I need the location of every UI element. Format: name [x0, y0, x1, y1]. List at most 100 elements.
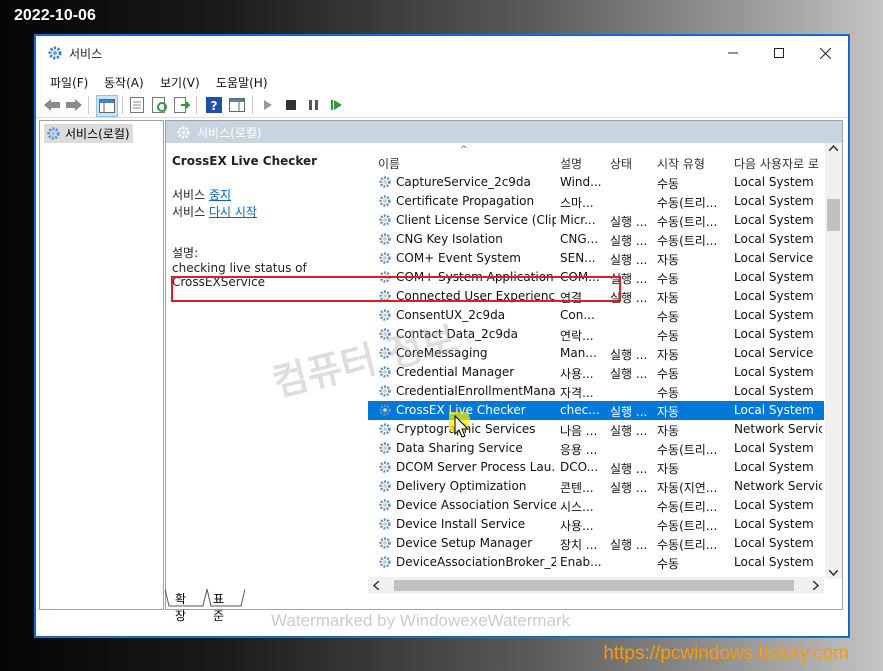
table-row[interactable]: Cryptographic Services 나음 ... 실행 ... 자동 Netw…: [368, 420, 824, 439]
service-name: Client License Service (Clip...: [396, 213, 556, 227]
table-row[interactable]: Device Install Service 사용... 수동(트리... Local…: [368, 515, 824, 534]
scroll-up-icon[interactable]: [829, 145, 838, 151]
tab-standard[interactable]: 표준: [209, 589, 228, 625]
service-status: 실행 ...: [610, 538, 648, 552]
tab-extended[interactable]: 확장: [171, 589, 190, 625]
service-startup-type: 수동: [657, 329, 680, 343]
service-status: 실행 ...: [610, 462, 648, 476]
table-row[interactable]: CaptureService_2c9da Wind... 수동 Local Syste…: [368, 173, 824, 192]
menu-file[interactable]: 파일(F): [50, 74, 88, 91]
title-bar[interactable]: 서비스: [36, 36, 848, 70]
menu-action[interactable]: 동작(A): [104, 74, 144, 91]
service-gear-icon: [379, 290, 391, 302]
service-description: 사용...: [560, 519, 594, 533]
services-gear-icon: [48, 46, 62, 60]
service-gear-icon: [379, 195, 391, 207]
menu-view[interactable]: 보기(V): [160, 74, 200, 91]
table-row-selected[interactable]: CrossEX Live Checker chec... 실행 ... 자동 Local…: [368, 401, 824, 420]
service-startup-type: 수동(트리...: [657, 538, 718, 552]
service-log-on-as: Local System: [734, 536, 814, 550]
column-startup-type[interactable]: 시작 유형: [657, 155, 705, 172]
service-log-on-as: Local System: [734, 213, 814, 227]
tree-item-services-local[interactable]: 서비스(로컬): [44, 124, 133, 143]
horizontal-scroll-thumb[interactable]: [394, 580, 794, 591]
service-description: DCO...: [560, 460, 599, 474]
service-startup-type: 수동: [657, 557, 680, 571]
table-row[interactable]: Client License Service (Clip... Micr... 실행…: [368, 211, 824, 230]
restart-service-button[interactable]: [327, 95, 347, 115]
start-service-button[interactable]: [258, 95, 278, 115]
service-name: Certificate Propagation: [396, 194, 535, 208]
table-row[interactable]: CoreMessaging Man... 실행 ... 자동 Local Service: [368, 344, 824, 363]
service-name: DeviceAssociationBroker_2...: [396, 555, 556, 569]
table-row[interactable]: COM+ Event System SEN... 실행 ... 자동 Local Ser…: [368, 249, 824, 268]
action-pane-button[interactable]: [227, 95, 247, 115]
column-status[interactable]: 상태: [610, 155, 632, 172]
help-icon: ?: [206, 97, 222, 113]
help-button[interactable]: ?: [204, 95, 224, 115]
scroll-left-icon[interactable]: [373, 581, 379, 590]
table-row[interactable]: CNG Key Isolation CNG... 실행 ... 수동(트리... Loc…: [368, 230, 824, 249]
show-hide-tree-button[interactable]: [96, 95, 118, 117]
service-log-on-as: Local System: [734, 403, 814, 417]
scroll-down-icon[interactable]: [829, 570, 838, 576]
table-row[interactable]: DCOM Server Process Lau... DCO... 실행 ... 자동…: [368, 458, 824, 477]
service-startup-type: 수동: [657, 272, 680, 286]
maximize-button[interactable]: [756, 36, 802, 70]
table-row[interactable]: Device Setup Manager 장치 ... 실행 ... 수동(트리...…: [368, 534, 824, 553]
service-description: Micr...: [560, 213, 596, 227]
service-status: 실행 ...: [610, 481, 648, 495]
forward-button[interactable]: [64, 95, 84, 115]
table-row[interactable]: Connected User Experience... 연결... 실행 ... 자…: [368, 287, 824, 306]
services-rows: CaptureService_2c9da Wind... 수동 Local Syste…: [368, 173, 824, 572]
table-row[interactable]: Device Association Service 시스... 수동(트리... L…: [368, 496, 824, 515]
service-description: SEN...: [560, 251, 596, 265]
back-button[interactable]: [42, 95, 62, 115]
service-gear-icon: [379, 233, 391, 245]
table-row[interactable]: Data Sharing Service 응용 ... 수동(트리... Local …: [368, 439, 824, 458]
table-row[interactable]: ConsentUX_2c9da Con... 수동 Local System: [368, 306, 824, 325]
properties-icon: [130, 97, 144, 113]
column-name[interactable]: 이름: [378, 155, 400, 172]
table-row[interactable]: Delivery Optimization 콘텐... 실행 ... 자동(지연...…: [368, 477, 824, 496]
table-row[interactable]: Credential Manager 사용... 실행 ... 수동 Local Sys…: [368, 363, 824, 382]
table-row[interactable]: COM+ System Application COM... 실행 ... 수동 Loc…: [368, 268, 824, 287]
service-gear-icon: [379, 518, 391, 530]
column-log-on-as[interactable]: 다음 사용자로 로: [734, 155, 822, 172]
service-gear-icon: [379, 556, 391, 568]
scroll-right-icon[interactable]: [813, 581, 819, 590]
close-button[interactable]: [802, 36, 848, 70]
table-row[interactable]: Certificate Propagation 스마... 수동(트리... Loca…: [368, 192, 824, 211]
sort-ascending-icon: ^: [460, 145, 468, 155]
service-startup-type: 수동(트리...: [657, 500, 718, 514]
service-log-on-as: Local System: [734, 498, 814, 512]
service-name: CredentialEnrollmentMana...: [396, 384, 556, 398]
mouse-cursor-icon: [449, 412, 470, 438]
tree-item-label: 서비스(로컬): [65, 127, 130, 141]
vertical-scroll-thumb[interactable]: [827, 199, 840, 231]
minimize-button[interactable]: [710, 36, 756, 70]
pause-service-button[interactable]: [304, 95, 324, 115]
refresh-button[interactable]: [150, 95, 170, 115]
service-description: 콘텐...: [560, 481, 594, 495]
service-description: 사용...: [560, 367, 594, 381]
stop-service-button[interactable]: [281, 95, 301, 115]
service-name: CoreMessaging: [396, 346, 488, 360]
table-row[interactable]: DeviceAssociationBroker_2... Enab... 수동 Loc…: [368, 553, 824, 572]
service-startup-type: 자동: [657, 253, 680, 267]
export-list-button[interactable]: [172, 95, 192, 115]
table-row[interactable]: CredentialEnrollmentMana... 자격... 수동 Local …: [368, 382, 824, 401]
column-description[interactable]: 설명: [560, 155, 582, 172]
restart-service-link[interactable]: 다시 시작: [209, 205, 257, 219]
service-status: 실행 ...: [610, 272, 648, 286]
service-description: 자격...: [560, 386, 594, 400]
menu-help[interactable]: 도움말(H): [216, 74, 268, 91]
services-gear-icon: [177, 125, 190, 139]
table-row[interactable]: Contact Data_2c9da 연락... 수동 Local System: [368, 325, 824, 344]
properties-button[interactable]: [127, 95, 147, 115]
service-gear-icon: [379, 176, 391, 188]
stop-service-link[interactable]: 중지: [209, 188, 231, 202]
service-status: 실행 ...: [610, 405, 648, 419]
horizontal-scrollbar[interactable]: [368, 577, 824, 594]
vertical-scrollbar[interactable]: [825, 143, 842, 579]
